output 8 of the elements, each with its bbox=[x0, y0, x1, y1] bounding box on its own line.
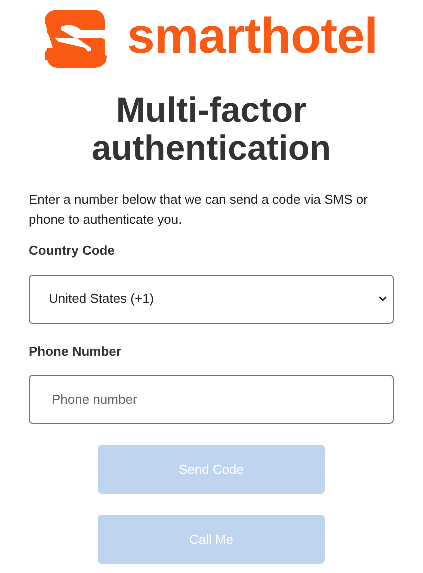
field-label: Country Code bbox=[29, 242, 116, 260]
page-title: Multi-factor authentication bbox=[90, 92, 332, 168]
logo-icon bbox=[45, 8, 108, 70]
field-label: Phone Number bbox=[29, 342, 122, 360]
description: Enter a number below that we can send a code via SMS or phone to authenticate you. bbox=[29, 191, 369, 229]
phone-number-field[interactable]: Phone number bbox=[29, 375, 394, 424]
brand-name: smarthotel bbox=[127, 11, 378, 66]
country-code-select[interactable]: United States (+1) bbox=[29, 274, 394, 324]
